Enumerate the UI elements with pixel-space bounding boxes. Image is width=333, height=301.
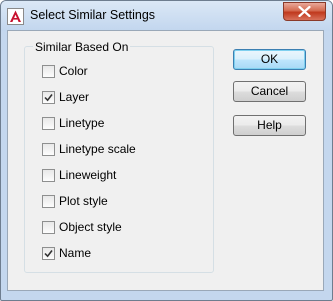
linetype-scale-label: Linetype scale [59,142,136,156]
color-checkbox[interactable] [42,65,55,78]
lineweight-label: Lineweight [59,168,117,182]
linetype-label: Linetype [59,116,105,130]
group-label: Similar Based On [33,40,131,54]
help-button[interactable]: Help [233,115,306,136]
plot-style-checkbox[interactable] [42,195,55,208]
close-button[interactable] [283,2,326,21]
layer-checkbox[interactable] [42,91,55,104]
similar-based-on-group [24,46,214,273]
window-title: Select Similar Settings [30,8,156,22]
ok-button[interactable]: OK [233,49,306,70]
object-style-label: Object style [59,220,122,234]
color-label: Color [59,64,88,78]
name-label: Name [59,246,92,260]
check-icon [44,250,53,258]
check-icon [44,94,53,102]
cancel-button[interactable]: Cancel [233,81,306,102]
object-style-checkbox[interactable] [42,221,55,234]
plot-style-label: Plot style [59,194,108,208]
close-icon [298,6,311,17]
linetype-scale-checkbox[interactable] [42,143,55,156]
layer-label: Layer [59,90,90,104]
lineweight-checkbox[interactable] [42,169,55,182]
name-checkbox[interactable] [42,247,55,260]
linetype-checkbox[interactable] [42,117,55,130]
autocad-icon [7,8,24,25]
